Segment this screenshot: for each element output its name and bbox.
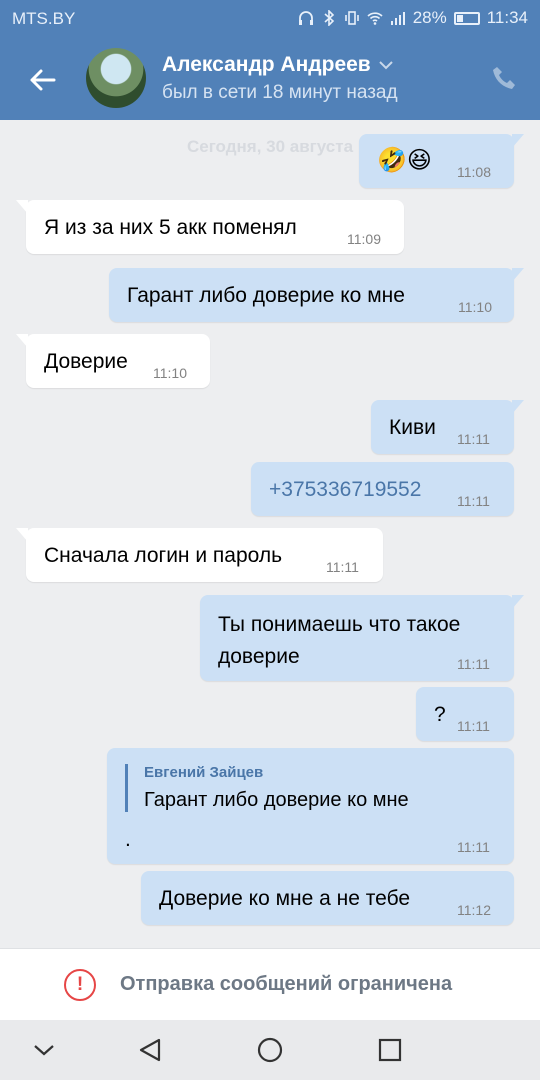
message-incoming[interactable]: Я из за них 5 акк поменял 11:09 [16,200,404,254]
phone-icon [493,67,515,89]
reply-author: Евгений Зайцев [144,764,264,781]
message-time: 11:10 [458,299,492,315]
message-time: 11:08 [457,164,491,180]
back-button[interactable] [22,60,62,100]
message-outgoing[interactable]: ? 11:11 [416,687,514,741]
reply-quote-text: Гарант либо доверие ко мне [144,789,409,811]
message-outgoing[interactable]: +375336719552 11:11 [251,462,514,516]
message-time: 11:11 [457,839,490,855]
messaging-restricted-bar: ! Отправка сообщений ограничена [0,948,540,1020]
hide-nav-button[interactable] [28,1034,60,1066]
bluetooth-icon [324,10,334,26]
message-text: Гарант либо доверие ко мне [127,284,405,307]
warning-icon: ! [64,969,96,1001]
circle-home-icon [257,1037,283,1063]
square-recents-icon [378,1038,402,1062]
battery-percent: 28% [412,8,447,27]
avatar[interactable] [86,48,146,108]
message-time: 11:11 [457,493,490,509]
nav-back-button[interactable] [134,1034,166,1066]
message-outgoing-reply[interactable]: Евгений Зайцев Гарант либо доверие ко мн… [107,748,514,864]
triangle-back-icon [139,1038,161,1062]
message-incoming[interactable]: Доверие 11:10 [16,334,210,388]
contact-name-label: Александр Андреев [162,53,371,76]
message-text: 🤣😆 [377,147,432,174]
message-text: Сначала логин и пароль [44,544,283,567]
message-time: 11:10 [153,365,187,381]
last-seen-status: был в сети 18 минут назад [162,82,398,103]
message-time: 11:12 [457,902,491,918]
signal-icon [390,12,405,25]
restriction-label: Отправка сообщений ограничена [120,973,453,995]
status-icons: 28% 11:34 [298,8,528,28]
message-time: 11:11 [457,656,490,672]
call-button[interactable] [488,60,520,96]
message-text: . [125,828,131,851]
message-list[interactable]: Сегодня, 30 августа 🤣😆 11:08 Я из за них… [0,120,540,948]
chevron-down-icon [34,1045,54,1056]
headphones-icon [298,11,313,25]
message-time: 11:11 [326,559,359,575]
message-text: Доверие [44,350,128,373]
arrow-left-icon [30,69,56,91]
nav-home-button[interactable] [254,1034,286,1066]
message-time: 11:11 [457,431,490,447]
message-outgoing[interactable]: Киви 11:11 [371,400,524,454]
message-outgoing[interactable]: Доверие ко мне а не тебе 11:12 [141,871,514,925]
message-text: Я из за них 5 акк поменял [44,216,297,239]
reply-quote[interactable]: Евгений Зайцев Гарант либо доверие ко мн… [125,764,409,812]
system-navigation-bar [0,1020,540,1080]
battery-icon [453,11,480,25]
message-text: Киви [389,416,436,439]
vibrate-icon [344,11,359,25]
nav-recents-button[interactable] [374,1034,406,1066]
status-bar: MTS.BY 28% 11:34 [0,0,540,36]
wifi-icon [367,12,383,25]
message-outgoing[interactable]: Ты понимаешь что такое доверие 11:11 [200,595,524,681]
phone-number-link[interactable]: +375336719552 [269,478,421,502]
chat-header: MTS.BY 28% 11:34 Александр Андреев был в… [0,0,540,120]
contact-name[interactable]: Александр Андреев [162,53,393,77]
message-incoming[interactable]: Сначала логин и пароль 11:11 [16,528,383,582]
chevron-down-icon [379,60,393,69]
message-outgoing[interactable]: 🤣😆 11:08 [359,134,524,188]
message-time: 11:09 [347,231,381,247]
message-time: 11:11 [457,718,490,734]
carrier-label: MTS.BY [12,9,76,28]
message-outgoing[interactable]: Гарант либо доверие ко мне 11:10 [109,268,524,322]
message-text: ? [434,703,446,726]
clock: 11:34 [486,8,528,27]
message-text: Доверие ко мне а не тебе [159,887,411,910]
